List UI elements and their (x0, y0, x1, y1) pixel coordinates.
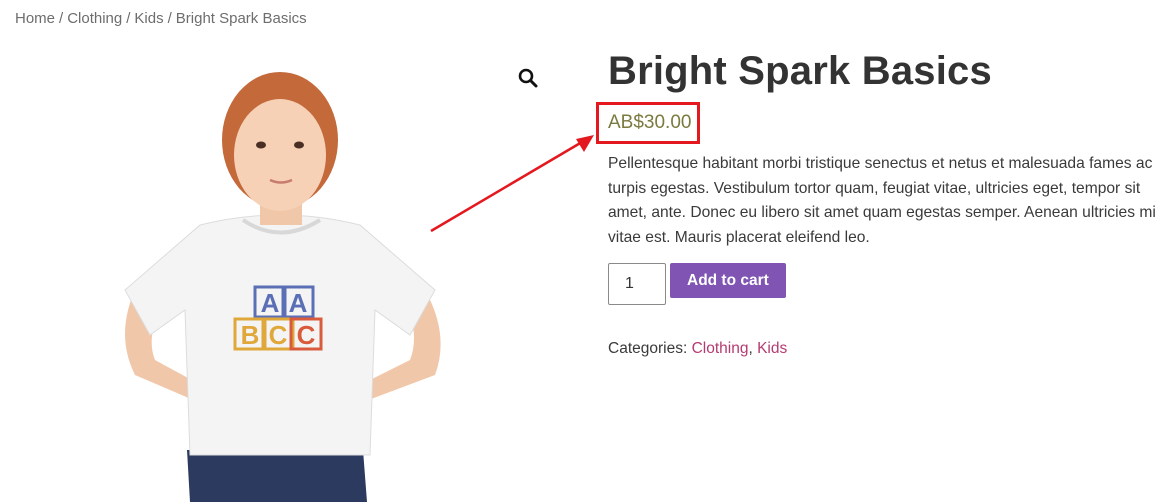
product-categories: Categories: Clothing, Kids (608, 340, 787, 358)
breadcrumb-current: Bright Spark Basics (175, 10, 307, 27)
category-separator: , (748, 340, 753, 357)
add-to-cart-form: Add to cart (608, 263, 786, 305)
product-description: Pellentesque habitant morbi tristique se… (608, 155, 1156, 246)
category-link-clothing[interactable]: Clothing (692, 340, 749, 357)
product-image[interactable]: A A B C C (15, 45, 555, 502)
add-to-cart-button[interactable]: Add to cart (670, 263, 786, 298)
shirt-print-letter: C (269, 320, 288, 350)
breadcrumb-separator: / (59, 10, 64, 27)
breadcrumb: Home / Clothing / Kids / Bright Spark Basics (15, 10, 307, 27)
breadcrumb-separator: / (167, 10, 172, 27)
product-summary: Bright Spark Basics AB$30.00 Pellentesqu… (596, 48, 1163, 357)
breadcrumb-separator: / (126, 10, 131, 27)
shirt-print-letter: A (261, 288, 280, 318)
quantity-input[interactable] (608, 263, 666, 305)
child-in-tshirt-image: A A B C C (124, 72, 441, 502)
breadcrumb-clothing-link[interactable]: Clothing (67, 10, 122, 27)
categories-label: Categories: (608, 340, 688, 357)
product-price: AB$30.00 (608, 112, 692, 133)
category-link-kids[interactable]: Kids (757, 340, 787, 357)
breadcrumb-home-link[interactable]: Home (15, 10, 55, 27)
magnifier-icon[interactable] (516, 66, 540, 90)
shirt-print-letter: C (297, 320, 316, 350)
shirt-print-letter: B (241, 320, 260, 350)
product-title: Bright Spark Basics (608, 49, 992, 93)
shirt-print-letter: A (289, 288, 308, 318)
breadcrumb-kids-link[interactable]: Kids (134, 10, 163, 27)
